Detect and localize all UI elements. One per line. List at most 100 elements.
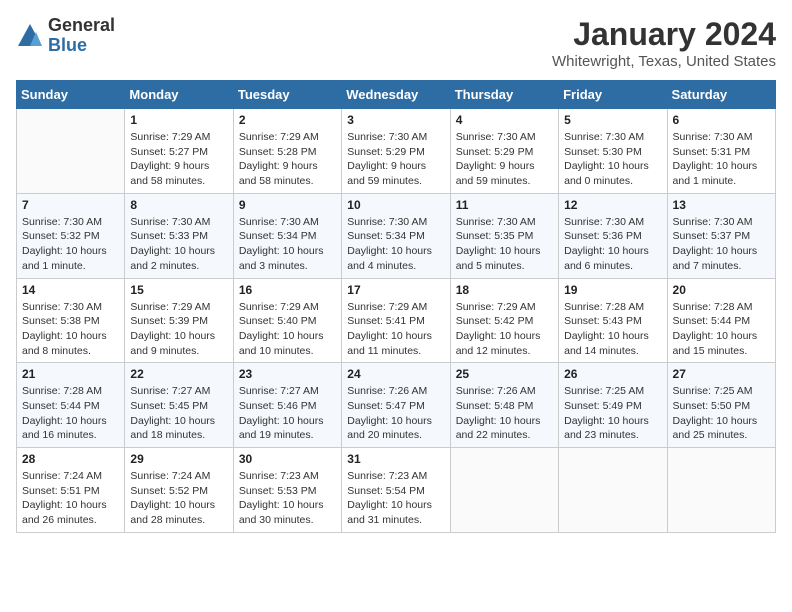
calendar-day-cell: 7 Sunrise: 7:30 AMSunset: 5:32 PMDaylight… (17, 193, 125, 278)
calendar-day-cell: 9 Sunrise: 7:30 AMSunset: 5:34 PMDaylight… (233, 193, 341, 278)
day-info: Sunrise: 7:30 AMSunset: 5:30 PMDaylight:… (564, 130, 661, 189)
day-info: Sunrise: 7:30 AMSunset: 5:29 PMDaylight:… (347, 130, 444, 189)
day-number: 12 (564, 198, 661, 212)
day-number: 10 (347, 198, 444, 212)
calendar-day-cell: 19 Sunrise: 7:28 AMSunset: 5:43 PMDayligh… (559, 278, 667, 363)
day-number: 16 (239, 283, 336, 297)
day-info: Sunrise: 7:26 AMSunset: 5:47 PMDaylight:… (347, 384, 444, 443)
day-number: 1 (130, 113, 227, 127)
calendar-day-cell: 13 Sunrise: 7:30 AMSunset: 5:37 PMDayligh… (667, 193, 775, 278)
day-number: 28 (22, 452, 119, 466)
day-number: 29 (130, 452, 227, 466)
day-info: Sunrise: 7:27 AMSunset: 5:45 PMDaylight:… (130, 384, 227, 443)
calendar-day-cell: 6 Sunrise: 7:30 AMSunset: 5:31 PMDaylight… (667, 109, 775, 194)
calendar-day-cell (667, 448, 775, 533)
day-info: Sunrise: 7:30 AMSunset: 5:31 PMDaylight:… (673, 130, 770, 189)
calendar-day-cell: 18 Sunrise: 7:29 AMSunset: 5:42 PMDayligh… (450, 278, 558, 363)
day-info: Sunrise: 7:29 AMSunset: 5:39 PMDaylight:… (130, 300, 227, 359)
day-info: Sunrise: 7:29 AMSunset: 5:28 PMDaylight:… (239, 130, 336, 189)
day-info: Sunrise: 7:30 AMSunset: 5:33 PMDaylight:… (130, 215, 227, 274)
calendar-day-cell: 21Sunrise: 7:28 AMSunset: 5:44 PMDayligh… (17, 363, 125, 448)
calendar-day-cell: 10Sunrise: 7:30 AMSunset: 5:34 PMDayligh… (342, 193, 450, 278)
calendar-week-row: 7 Sunrise: 7:30 AMSunset: 5:32 PMDaylight… (17, 193, 776, 278)
day-number: 14 (22, 283, 119, 297)
calendar-day-cell (559, 448, 667, 533)
calendar-day-cell: 27 Sunrise: 7:25 AMSunset: 5:50 PMDayligh… (667, 363, 775, 448)
logo-general: General (48, 15, 115, 35)
location: Whitewright, Texas, United States (552, 53, 776, 70)
calendar-day-cell: 16 Sunrise: 7:29 AMSunset: 5:40 PMDayligh… (233, 278, 341, 363)
day-number: 24 (347, 367, 444, 381)
day-info: Sunrise: 7:27 AMSunset: 5:46 PMDaylight:… (239, 384, 336, 443)
day-info: Sunrise: 7:26 AMSunset: 5:48 PMDaylight:… (456, 384, 553, 443)
day-number: 22 (130, 367, 227, 381)
month-title: January 2024 (552, 16, 776, 53)
day-number: 17 (347, 283, 444, 297)
day-number: 23 (239, 367, 336, 381)
day-info: Sunrise: 7:29 AMSunset: 5:42 PMDaylight:… (456, 300, 553, 359)
weekday-header: Wednesday (342, 81, 450, 109)
calendar-day-cell: 26Sunrise: 7:25 AMSunset: 5:49 PMDayligh… (559, 363, 667, 448)
calendar-day-cell: 1 Sunrise: 7:29 AMSunset: 5:27 PMDaylight… (125, 109, 233, 194)
logo: General Blue (16, 16, 115, 56)
day-number: 25 (456, 367, 553, 381)
day-number: 4 (456, 113, 553, 127)
day-number: 18 (456, 283, 553, 297)
day-number: 7 (22, 198, 119, 212)
title-block: January 2024 Whitewright, Texas, United … (552, 16, 776, 70)
calendar-day-cell (17, 109, 125, 194)
day-number: 30 (239, 452, 336, 466)
day-number: 9 (239, 198, 336, 212)
calendar-day-cell: 20Sunrise: 7:28 AMSunset: 5:44 PMDayligh… (667, 278, 775, 363)
day-number: 20 (673, 283, 770, 297)
calendar-day-cell: 17Sunrise: 7:29 AMSunset: 5:41 PMDayligh… (342, 278, 450, 363)
calendar-week-row: 21Sunrise: 7:28 AMSunset: 5:44 PMDayligh… (17, 363, 776, 448)
day-info: Sunrise: 7:29 AMSunset: 5:40 PMDaylight:… (239, 300, 336, 359)
weekday-header: Sunday (17, 81, 125, 109)
day-info: Sunrise: 7:28 AMSunset: 5:43 PMDaylight:… (564, 300, 661, 359)
day-info: Sunrise: 7:30 AMSunset: 5:35 PMDaylight:… (456, 215, 553, 274)
day-info: Sunrise: 7:30 AMSunset: 5:36 PMDaylight:… (564, 215, 661, 274)
calendar-day-cell: 8 Sunrise: 7:30 AMSunset: 5:33 PMDaylight… (125, 193, 233, 278)
day-info: Sunrise: 7:30 AMSunset: 5:37 PMDaylight:… (673, 215, 770, 274)
day-number: 27 (673, 367, 770, 381)
day-number: 13 (673, 198, 770, 212)
calendar-day-cell: 24 Sunrise: 7:26 AMSunset: 5:47 PMDayligh… (342, 363, 450, 448)
day-number: 11 (456, 198, 553, 212)
calendar-day-cell: 4Sunrise: 7:30 AMSunset: 5:29 PMDaylight… (450, 109, 558, 194)
logo-text: General Blue (48, 16, 115, 56)
day-number: 2 (239, 113, 336, 127)
day-info: Sunrise: 7:23 AMSunset: 5:53 PMDaylight:… (239, 469, 336, 528)
weekday-header: Saturday (667, 81, 775, 109)
calendar-day-cell (450, 448, 558, 533)
calendar-week-row: 14Sunrise: 7:30 AMSunset: 5:38 PMDayligh… (17, 278, 776, 363)
calendar-day-cell: 29 Sunrise: 7:24 AMSunset: 5:52 PMDayligh… (125, 448, 233, 533)
calendar-day-cell: 11 Sunrise: 7:30 AMSunset: 5:35 PMDayligh… (450, 193, 558, 278)
day-number: 21 (22, 367, 119, 381)
calendar-day-cell: 23 Sunrise: 7:27 AMSunset: 5:46 PMDayligh… (233, 363, 341, 448)
calendar-week-row: 28 Sunrise: 7:24 AMSunset: 5:51 PMDayligh… (17, 448, 776, 533)
page-header: General Blue January 2024 Whitewright, T… (16, 16, 776, 70)
day-info: Sunrise: 7:30 AMSunset: 5:32 PMDaylight:… (22, 215, 119, 274)
calendar-day-cell: 2 Sunrise: 7:29 AMSunset: 5:28 PMDaylight… (233, 109, 341, 194)
calendar-table: SundayMondayTuesdayWednesdayThursdayFrid… (16, 80, 776, 533)
weekday-header: Friday (559, 81, 667, 109)
logo-icon (16, 22, 44, 50)
calendar-week-row: 1 Sunrise: 7:29 AMSunset: 5:27 PMDaylight… (17, 109, 776, 194)
day-number: 19 (564, 283, 661, 297)
day-number: 6 (673, 113, 770, 127)
calendar-day-cell: 15Sunrise: 7:29 AMSunset: 5:39 PMDayligh… (125, 278, 233, 363)
calendar-day-cell: 3Sunrise: 7:30 AMSunset: 5:29 PMDaylight… (342, 109, 450, 194)
day-info: Sunrise: 7:24 AMSunset: 5:52 PMDaylight:… (130, 469, 227, 528)
calendar-day-cell: 22 Sunrise: 7:27 AMSunset: 5:45 PMDayligh… (125, 363, 233, 448)
weekday-header: Thursday (450, 81, 558, 109)
day-info: Sunrise: 7:29 AMSunset: 5:27 PMDaylight:… (130, 130, 227, 189)
logo-blue: Blue (48, 35, 87, 55)
day-info: Sunrise: 7:24 AMSunset: 5:51 PMDaylight:… (22, 469, 119, 528)
day-info: Sunrise: 7:25 AMSunset: 5:50 PMDaylight:… (673, 384, 770, 443)
day-info: Sunrise: 7:30 AMSunset: 5:34 PMDaylight:… (239, 215, 336, 274)
day-number: 5 (564, 113, 661, 127)
day-number: 8 (130, 198, 227, 212)
calendar-day-cell: 28 Sunrise: 7:24 AMSunset: 5:51 PMDayligh… (17, 448, 125, 533)
calendar-day-cell: 5 Sunrise: 7:30 AMSunset: 5:30 PMDaylight… (559, 109, 667, 194)
